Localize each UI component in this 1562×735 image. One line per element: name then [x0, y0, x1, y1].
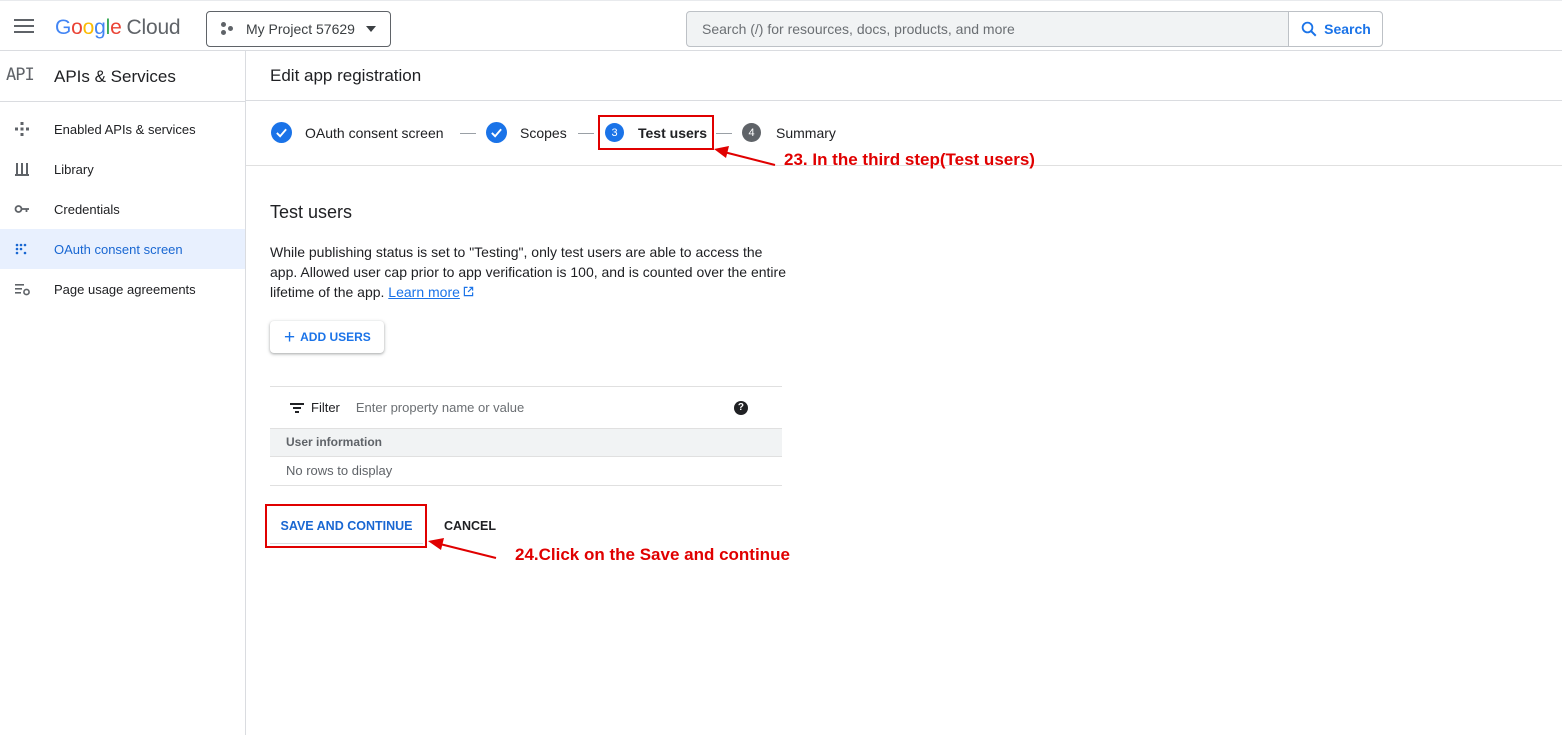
annotation-box-save [265, 504, 427, 548]
add-users-button[interactable]: + ADD USERS [270, 321, 384, 353]
table-empty-message: No rows to display [270, 457, 782, 486]
section-description: While publishing status is set to "Testi… [270, 242, 790, 302]
description-text: While publishing status is set to "Testi… [270, 244, 786, 300]
table-header-user-information[interactable]: User information [270, 428, 782, 457]
filter-icon [290, 402, 304, 413]
plus-icon: + [284, 326, 296, 348]
external-link-icon [463, 286, 474, 297]
learn-more-link[interactable]: Learn more [388, 284, 460, 300]
filter-input[interactable] [353, 399, 728, 416]
annotation-step-24: 24.Click on the Save and continue [515, 545, 790, 564]
help-icon[interactable]: ? [733, 400, 748, 415]
annotation-arrows [428, 146, 776, 559]
filter-bar: Filter ? [270, 386, 782, 428]
add-users-label: ADD USERS [300, 330, 371, 344]
annotation-step-23: 23. In the third step(Test users) [784, 150, 1035, 169]
filter-label: Filter [311, 400, 340, 415]
section-title: Test users [270, 202, 353, 222]
cancel-button[interactable]: CANCEL [432, 511, 508, 541]
